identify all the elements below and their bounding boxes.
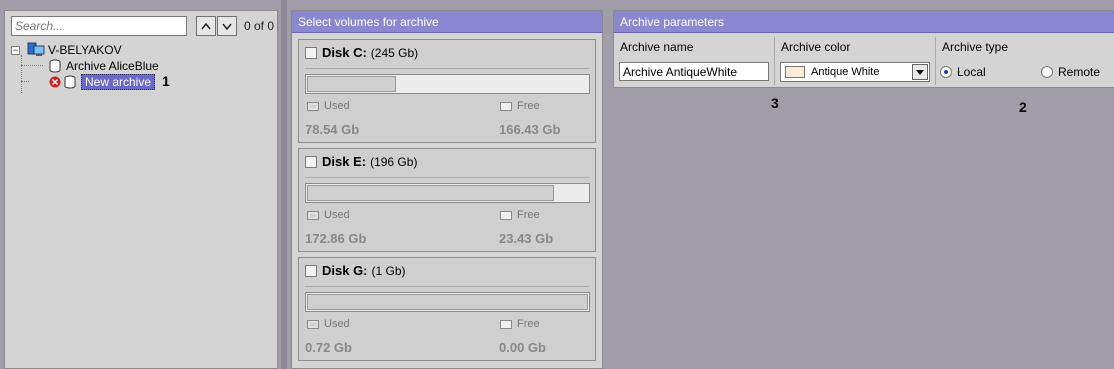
disk-usage-bar <box>305 183 590 203</box>
parameters-panel-title: Archive parameters <box>614 11 1114 33</box>
archive-type-remote-option[interactable]: Remote <box>1041 65 1100 79</box>
disk-name: Disk G: <box>322 263 368 278</box>
search-next-button[interactable] <box>217 16 237 36</box>
volumes-panel-title: Select volumes for archive <box>292 11 602 33</box>
divider <box>305 68 589 69</box>
divider <box>305 177 589 178</box>
free-size: 0.00 Gb <box>499 340 546 355</box>
used-size: 0.72 Gb <box>305 340 352 355</box>
legend-used: Used <box>307 318 350 330</box>
legend-used: Used <box>307 100 350 112</box>
disk-usage-fill <box>307 185 555 201</box>
free-swatch-icon <box>500 319 512 329</box>
legend-free-label: Free <box>517 100 540 112</box>
volumes-panel: Select volumes for archive Disk C: (245 … <box>291 10 603 369</box>
archive-color-value: Antique White <box>811 66 880 78</box>
legend-free: Free <box>500 100 540 112</box>
disk-card-g: Disk G: (1 Gb) Used Free 0.72 Gb 0.00 Gb <box>298 257 596 361</box>
archive-name-label: Archive name <box>620 40 694 54</box>
used-swatch-icon <box>307 101 319 111</box>
archive-color-select[interactable]: Antique White <box>780 62 930 82</box>
annotation-marker-1: 1 <box>162 73 170 89</box>
disk-usage-fill <box>307 76 396 92</box>
disk-size: (245 Gb) <box>370 45 419 60</box>
annotation-marker-3: 3 <box>771 95 779 111</box>
color-swatch-icon <box>785 66 805 78</box>
arrow-down-icon <box>222 23 232 30</box>
disk-size: (1 Gb) <box>371 263 406 278</box>
legend-used: Used <box>307 209 350 221</box>
annotation-marker-2: 2 <box>1019 99 1027 115</box>
tree-node-new-archive-label: New archive <box>81 74 156 90</box>
tree-node-archive-label: Archive AliceBlue <box>66 59 159 73</box>
disk-size: (196 Gb) <box>370 154 418 169</box>
free-size: 23.43 Gb <box>499 231 554 246</box>
disk-g-checkbox[interactable] <box>305 264 317 277</box>
archive-color-section: Archive color Antique White <box>774 37 935 85</box>
radio-remote[interactable] <box>1041 66 1053 78</box>
disk-name: Disk E: <box>322 154 367 169</box>
radio-remote-label: Remote <box>1058 65 1101 79</box>
legend-free: Free <box>500 209 540 221</box>
server-icon <box>27 42 45 56</box>
legend-used-label: Used <box>324 209 350 221</box>
arrow-up-icon <box>201 22 211 29</box>
legend-free-label: Free <box>517 209 540 221</box>
archive-type-section: Archive type Local Remote <box>935 37 1114 85</box>
disk-card-e: Disk E: (196 Gb) Used Free 172.86 Gb 23.… <box>298 148 596 252</box>
disk-card-c: Disk C: (245 Gb) Used Free 78.54 Gb 166.… <box>298 39 596 143</box>
disk-e-checkbox[interactable] <box>305 155 317 168</box>
legend-free-label: Free <box>517 318 540 330</box>
archive-name-section: Archive name <box>614 37 774 85</box>
object-tree-panel: 0 of 0 − V-BELYAKOV Archive AliceBlue <box>4 10 278 369</box>
archive-type-local-option[interactable]: Local <box>940 65 986 79</box>
divider <box>305 286 589 287</box>
disk-usage-bar <box>305 292 590 312</box>
disk-name: Disk C: <box>322 45 367 60</box>
archive-parameters-panel: Archive parameters Archive name Archive … <box>613 10 1114 88</box>
disk-c-checkbox[interactable] <box>305 46 317 59</box>
radio-local-label: Local <box>957 65 986 79</box>
tree-node-server-label: V-BELYAKOV <box>48 43 122 57</box>
archive-name-input[interactable] <box>619 62 769 81</box>
panel-splitter[interactable] <box>281 0 287 369</box>
search-input[interactable] <box>11 16 187 36</box>
collapse-icon[interactable]: − <box>11 46 20 55</box>
used-swatch-icon <box>307 319 319 329</box>
used-swatch-icon <box>307 210 319 220</box>
used-size: 172.86 Gb <box>305 231 367 246</box>
dropdown-arrow-icon[interactable] <box>912 64 928 80</box>
free-size: 166.43 Gb <box>499 122 561 137</box>
archive-icon <box>64 75 76 89</box>
archive-icon <box>49 59 61 73</box>
legend-used-label: Used <box>324 318 350 330</box>
radio-local[interactable] <box>940 66 952 78</box>
free-swatch-icon <box>500 101 512 111</box>
legend-free: Free <box>500 318 540 330</box>
search-prev-button[interactable] <box>196 16 216 36</box>
disk-usage-bar <box>305 74 590 94</box>
search-bar: 0 of 0 <box>9 15 275 37</box>
archive-type-label: Archive type <box>942 40 1009 54</box>
archive-color-label: Archive color <box>781 40 851 54</box>
search-result-count: 0 of 0 <box>244 19 275 33</box>
disk-usage-fill <box>307 294 588 310</box>
free-swatch-icon <box>500 210 512 220</box>
legend-used-label: Used <box>324 100 350 112</box>
used-size: 78.54 Gb <box>305 122 360 137</box>
error-icon <box>49 76 61 88</box>
